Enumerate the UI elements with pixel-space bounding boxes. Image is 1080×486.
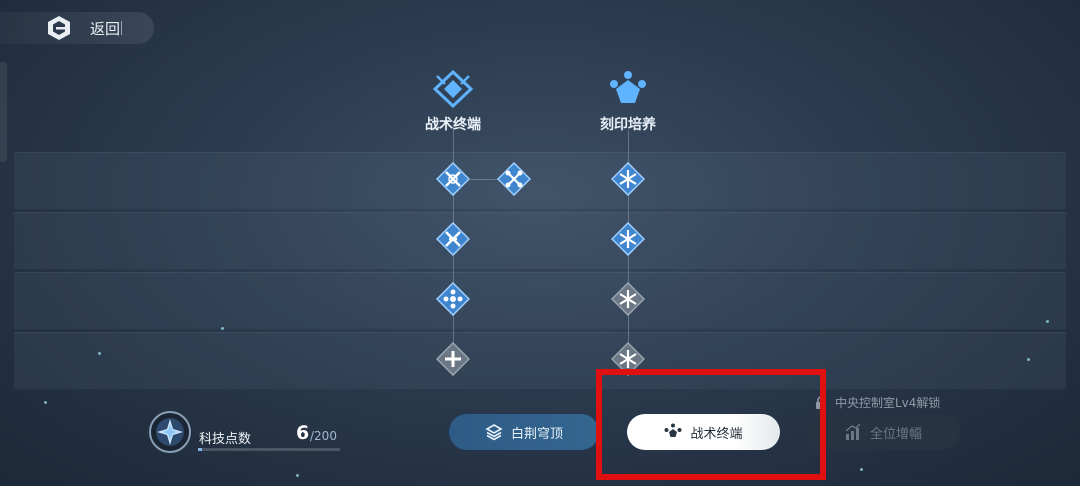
tab-white-dome[interactable]: 白荆穹顶 — [449, 414, 599, 450]
tech-emblem-icon — [149, 411, 191, 453]
tab-full-boost[interactable]: 全位增幅 — [806, 414, 960, 450]
background-sparkle — [1046, 320, 1049, 323]
background-sparkle — [98, 352, 101, 355]
app-logo-icon — [48, 16, 70, 40]
back-label: 返回 — [90, 20, 121, 38]
unlock-requirement: 中央控制室Lv4解锁 — [815, 394, 940, 411]
skill-node-snowflake-locked[interactable] — [611, 282, 645, 316]
back-button[interactable]: 返回 — [0, 12, 154, 44]
left-edge-tab — [0, 62, 7, 162]
column-header-tactical: 战术终端 — [413, 69, 493, 134]
tactical-terminal-icon — [432, 69, 474, 109]
tree-row-band — [14, 212, 1066, 270]
skill-node-cross-locked[interactable] — [436, 342, 470, 376]
highlight-box — [596, 369, 826, 480]
tech-points-panel: 科技点数 6 /200 — [148, 410, 348, 458]
tree-row-band — [14, 152, 1066, 210]
skill-node-crossed-swords[interactable] — [436, 222, 470, 256]
background-sparkle — [44, 401, 47, 404]
background-sparkle — [860, 468, 863, 471]
tab-label: 全位增幅 — [869, 426, 922, 442]
column-header-imprint: 刻印培养 — [588, 70, 668, 134]
tree-row-band — [14, 332, 1066, 390]
skill-node-crossed-arrows[interactable] — [436, 162, 470, 196]
tech-points-value: 6 — [296, 422, 310, 444]
skill-node-snowflake[interactable] — [611, 222, 645, 256]
tree-connector — [470, 179, 498, 180]
background-sparkle — [221, 327, 224, 330]
chart-up-icon — [845, 423, 861, 440]
tech-points-max: /200 — [310, 429, 337, 443]
tech-points-fill — [198, 448, 203, 451]
skill-node-drone[interactable] — [497, 162, 531, 196]
tree-row-band — [14, 272, 1066, 330]
imprint-training-icon — [610, 71, 646, 103]
divider — [121, 21, 122, 35]
tab-label: 白荆穹顶 — [510, 426, 563, 442]
background-sparkle — [1027, 358, 1030, 361]
background-sparkle — [296, 474, 299, 477]
skill-node-network[interactable] — [436, 282, 470, 316]
skill-node-snowflake[interactable] — [611, 162, 645, 196]
tech-points-bar — [198, 448, 340, 451]
layers-icon — [485, 424, 503, 441]
tech-points-label: 科技点数 — [199, 432, 252, 447]
unlock-requirement-text: 中央控制室Lv4解锁 — [835, 396, 941, 410]
